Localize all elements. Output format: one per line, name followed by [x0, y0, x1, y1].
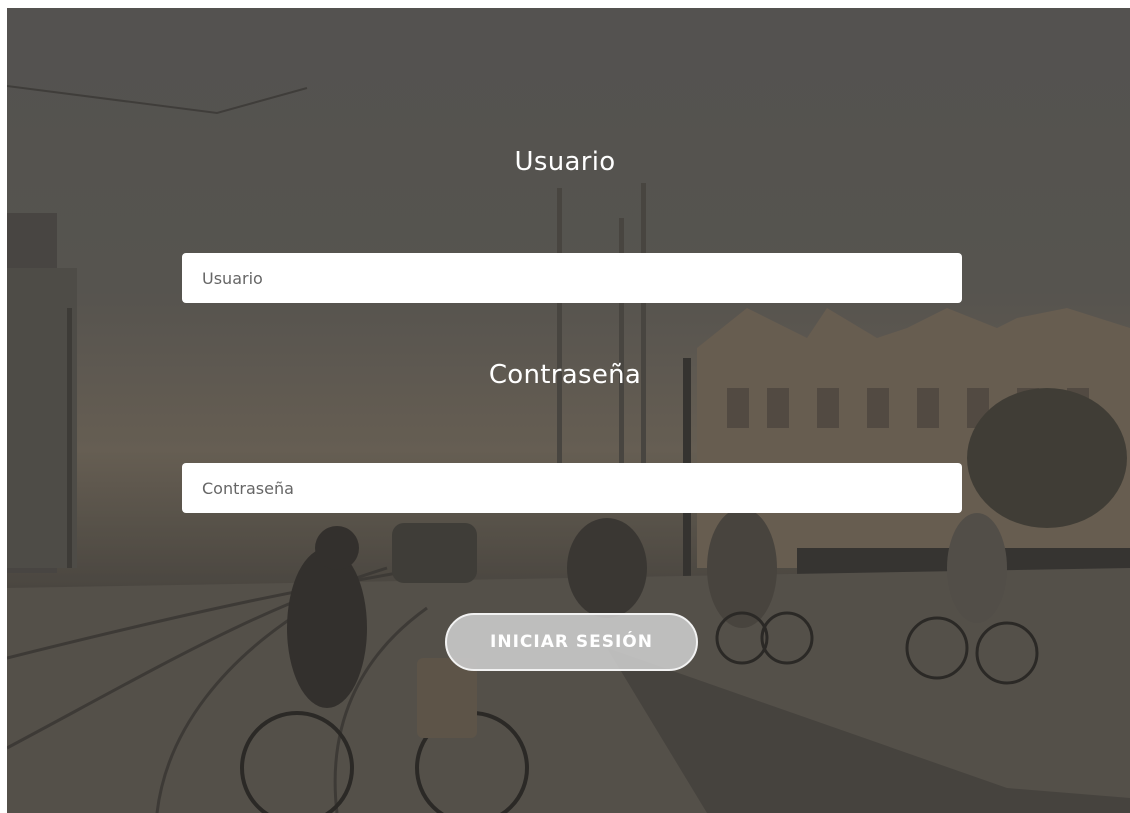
dark-overlay [7, 8, 1130, 813]
password-label: Contraseña [488, 360, 642, 390]
password-input[interactable] [182, 463, 962, 513]
username-input[interactable] [182, 253, 962, 303]
login-page [7, 8, 1130, 813]
login-button[interactable]: INICIAR SESIÓN [445, 613, 698, 671]
username-label: Usuario [514, 147, 616, 177]
